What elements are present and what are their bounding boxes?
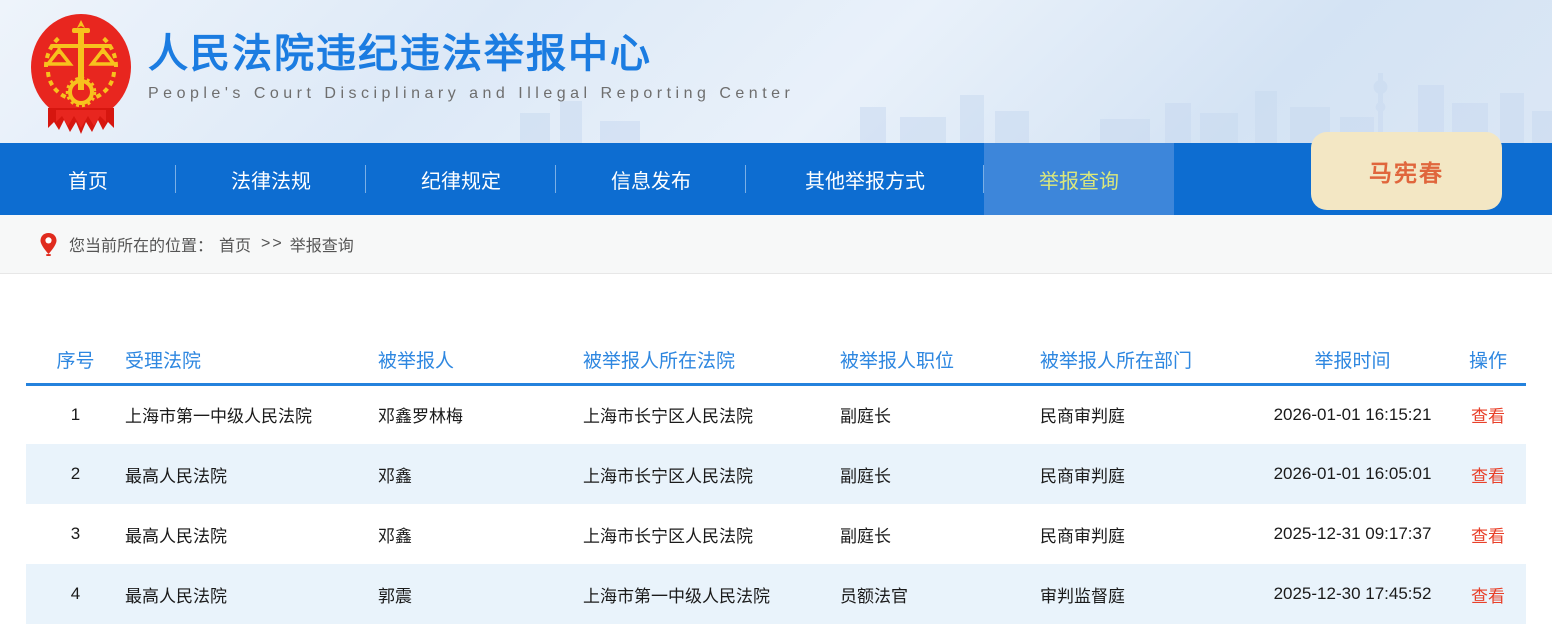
main-nav: 首页 法律法规 纪律规定 信息发布 其他举报方式 举报查询 马宪春 (0, 143, 1552, 215)
row-index: 3 (26, 504, 125, 564)
reported-person-court-cell: 上海市长宁区人民法院 (583, 384, 840, 444)
user-name-badge[interactable]: 马宪春 (1311, 132, 1502, 210)
nav-item-information[interactable]: 信息发布 (556, 143, 746, 215)
reported-person-court-cell: 上海市长宁区人民法院 (583, 504, 840, 564)
view-link[interactable]: 查看 (1471, 527, 1505, 546)
col-header-reported-person-court: 被举报人所在法院 (583, 336, 840, 384)
row-index: 1 (26, 384, 125, 444)
table-row: 4 最高人民法院 郭震 上海市第一中级人民法院 员额法官 审判监督庭 2025-… (26, 564, 1526, 624)
site-title: 人民法院违纪违法举报中心 (148, 31, 794, 77)
breadcrumb-separator: >> (261, 235, 284, 253)
breadcrumb-prefix: 您当前所在的位置： (69, 232, 213, 256)
reported-person-cell: 郭震 (378, 564, 583, 624)
col-header-reported-person-position: 被举报人职位 (840, 336, 1040, 384)
report-time-cell: 2026-01-01 16:15:21 (1255, 384, 1450, 444)
accepting-court-cell: 最高人民法院 (125, 444, 378, 504)
breadcrumb: 您当前所在的位置： 首页 >> 举报查询 (0, 215, 1552, 274)
col-header-operation: 操作 (1450, 336, 1526, 384)
table-row: 2 最高人民法院 邓鑫 上海市长宁区人民法院 副庭长 民商审判庭 2026-01… (26, 444, 1526, 504)
reported-person-cell: 邓鑫 (378, 444, 583, 504)
reported-person-cell: 邓鑫罗林梅 (378, 384, 583, 444)
report-time-cell: 2025-12-31 09:17:37 (1255, 504, 1450, 564)
nav-item-report-query[interactable]: 举报查询 (984, 143, 1174, 215)
location-pin-icon (40, 233, 57, 256)
department-cell: 民商审判庭 (1040, 504, 1255, 564)
nav-item-home[interactable]: 首页 (0, 143, 176, 215)
department-cell: 审判监督庭 (1040, 564, 1255, 624)
col-header-report-time: 举报时间 (1255, 336, 1450, 384)
table-row: 1 上海市第一中级人民法院 邓鑫罗林梅 上海市长宁区人民法院 副庭长 民商审判庭… (26, 384, 1526, 444)
reported-person-cell: 邓鑫 (378, 504, 583, 564)
row-index: 2 (26, 444, 125, 504)
site-subtitle: People's Court Disciplinary and Illegal … (148, 85, 794, 103)
department-cell: 民商审判庭 (1040, 444, 1255, 504)
nav-item-other-report-methods[interactable]: 其他举报方式 (746, 143, 984, 215)
report-query-table-section: 序号 受理法院 被举报人 被举报人所在法院 被举报人职位 被举报人所在部门 举报… (0, 336, 1552, 624)
row-index: 4 (26, 564, 125, 624)
breadcrumb-home-link[interactable]: 首页 (219, 232, 251, 256)
report-time-cell: 2026-01-01 16:05:01 (1255, 444, 1450, 504)
reported-person-court-cell: 上海市第一中级人民法院 (583, 564, 840, 624)
position-cell: 员额法官 (840, 564, 1040, 624)
site-header: 人民法院违纪违法举报中心 People's Court Disciplinary… (0, 0, 1552, 143)
report-time-cell: 2025-12-30 17:45:52 (1255, 564, 1450, 624)
court-emblem-logo (28, 10, 134, 138)
position-cell: 副庭长 (840, 444, 1040, 504)
nav-item-laws[interactable]: 法律法规 (176, 143, 366, 215)
accepting-court-cell: 上海市第一中级人民法院 (125, 384, 378, 444)
nav-item-discipline[interactable]: 纪律规定 (366, 143, 556, 215)
reported-person-court-cell: 上海市长宁区人民法院 (583, 444, 840, 504)
accepting-court-cell: 最高人民法院 (125, 504, 378, 564)
position-cell: 副庭长 (840, 384, 1040, 444)
view-link[interactable]: 查看 (1471, 587, 1505, 606)
col-header-accepting-court: 受理法院 (125, 336, 378, 384)
breadcrumb-current: 举报查询 (290, 232, 354, 256)
table-header-row: 序号 受理法院 被举报人 被举报人所在法院 被举报人职位 被举报人所在部门 举报… (26, 336, 1526, 384)
accepting-court-cell: 最高人民法院 (125, 564, 378, 624)
department-cell: 民商审判庭 (1040, 384, 1255, 444)
table-row: 3 最高人民法院 邓鑫 上海市长宁区人民法院 副庭长 民商审判庭 2025-12… (26, 504, 1526, 564)
view-link[interactable]: 查看 (1471, 467, 1505, 486)
col-header-reported-person-department: 被举报人所在部门 (1040, 336, 1255, 384)
view-link[interactable]: 查看 (1471, 407, 1505, 426)
report-table: 序号 受理法院 被举报人 被举报人所在法院 被举报人职位 被举报人所在部门 举报… (26, 336, 1526, 624)
position-cell: 副庭长 (840, 504, 1040, 564)
col-header-reported-person: 被举报人 (378, 336, 583, 384)
col-header-index: 序号 (26, 336, 125, 384)
